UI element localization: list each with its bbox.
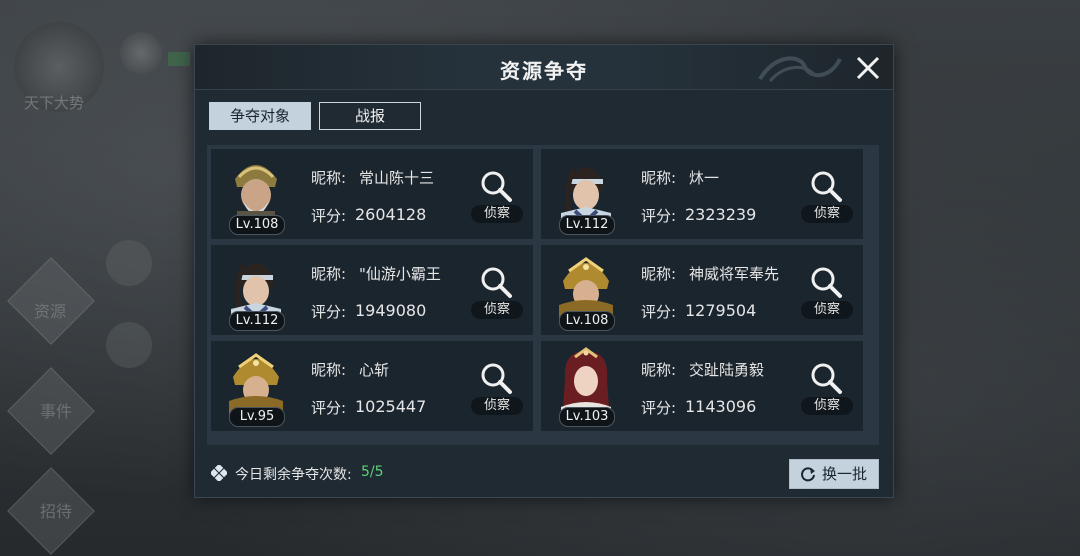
scout-button[interactable]: 侦察 — [799, 169, 855, 225]
opponent-card: Lv.103 昵称: 交趾陆勇毅评分: 1143096 侦察 — [541, 341, 863, 431]
nickname-label: 昵称: — [641, 265, 677, 283]
score-label: 评分: — [641, 207, 677, 225]
opponent-portrait — [225, 247, 287, 321]
score-label: 评分: — [311, 399, 347, 417]
nickname-label: 昵称: — [641, 169, 677, 187]
remaining-attempts-label: 今日剩余争夺次数: — [235, 467, 352, 483]
scout-label: 侦察 — [471, 301, 523, 319]
background-side-label-resources: 资源 — [34, 302, 67, 321]
scout-button[interactable]: 侦察 — [469, 361, 525, 417]
scout-label: 侦察 — [471, 205, 523, 223]
opponent-nickname: 交趾陆勇毅 — [689, 361, 765, 379]
score-label: 评分: — [311, 207, 347, 225]
opponent-portrait — [555, 151, 617, 225]
close-icon — [856, 56, 880, 80]
score-label: 评分: — [641, 399, 677, 417]
score-label: 评分: — [641, 303, 677, 321]
dialog-header: 资源争夺 — [195, 45, 893, 90]
magnifier-icon — [811, 267, 842, 298]
close-button[interactable] — [851, 51, 885, 85]
background-side-label-events: 事件 — [40, 402, 73, 421]
background-side-label-reception: 招待 — [40, 502, 73, 521]
opponent-portrait — [225, 343, 287, 417]
opponent-nickname: 常山陈十三 — [359, 169, 435, 187]
opponent-level-badge: Lv.95 — [229, 407, 285, 427]
opponent-score: 1143096 — [685, 397, 757, 416]
opponent-portrait — [555, 247, 617, 321]
opponent-score: 1949080 — [355, 301, 427, 320]
opponent-grid: Lv.108 昵称: 常山陈十三评分: 2604128 侦察 Lv.112 昵称: 炑一评分:… — [207, 145, 879, 445]
opponent-portrait — [555, 343, 617, 417]
nickname-label: 昵称: — [641, 361, 677, 379]
opponent-level-badge: Lv.103 — [559, 407, 615, 427]
opponent-card: Lv.112 昵称: "仙游小霸王评分: 1949080 侦察 — [211, 245, 533, 335]
tab-battle-reports[interactable]: 战报 — [319, 102, 421, 130]
scout-button[interactable]: 侦察 — [799, 361, 855, 417]
opponent-card: Lv.112 昵称: 炑一评分: 2323239 侦察 — [541, 149, 863, 239]
magnifier-icon — [481, 171, 512, 202]
opponent-level-badge: Lv.112 — [229, 311, 285, 331]
nickname-label: 昵称: — [311, 265, 347, 283]
scout-button[interactable]: 侦察 — [469, 169, 525, 225]
scout-button[interactable]: 侦察 — [799, 265, 855, 321]
scout-button[interactable]: 侦察 — [469, 265, 525, 321]
magnifier-icon — [811, 363, 842, 394]
opponent-score: 1025447 — [355, 397, 427, 416]
magnifier-icon — [811, 171, 842, 202]
resource-contest-dialog: 资源争夺 争夺对象 战报 Lv.108 昵称: 常山陈十三 评分: 2604128 侦察 L… — [194, 44, 894, 498]
nickname-label: 昵称: — [311, 361, 347, 379]
refresh-icon — [801, 467, 815, 482]
background-avatar — [120, 32, 162, 74]
opponent-nickname: 神威将军奉先 — [689, 265, 780, 283]
opponent-card: Lv.108 昵称: 常山陈十三评分: 2604128 侦察 — [211, 149, 533, 239]
nickname-label: 昵称: — [311, 169, 347, 187]
background-status-bar — [168, 52, 190, 66]
background-circle-icon — [106, 322, 152, 368]
score-label: 评分: — [311, 303, 347, 321]
tab-contest-targets[interactable]: 争夺对象 — [209, 102, 311, 130]
opponent-card: Lv.95 昵称: 心斩评分: 1025447 侦察 — [211, 341, 533, 431]
diamond-cluster-icon — [211, 465, 227, 481]
opponent-score: 2323239 — [685, 205, 757, 224]
magnifier-icon — [481, 363, 512, 394]
opponent-level-badge: Lv.108 — [229, 215, 285, 235]
world-situation-label: 天下大势 — [24, 94, 85, 112]
scout-label: 侦察 — [801, 397, 853, 415]
background-circle-icon — [106, 240, 152, 286]
opponent-nickname: "仙游小霸王 — [359, 265, 441, 283]
opponent-nickname: 心斩 — [359, 361, 390, 379]
opponent-level-badge: Lv.108 — [559, 311, 615, 331]
refresh-opponents-button[interactable]: 换一批 — [789, 459, 879, 489]
opponent-nickname: 炑一 — [689, 169, 720, 187]
remaining-attempts-count: 5/5 — [361, 464, 384, 480]
opponent-card: Lv.108 昵称: 神威将军奉先评分: 1279504 侦察 — [541, 245, 863, 335]
magnifier-icon — [481, 267, 512, 298]
opponent-level-badge: Lv.112 — [559, 215, 615, 235]
scout-label: 侦察 — [801, 205, 853, 223]
opponent-score: 1279504 — [685, 301, 757, 320]
opponent-score: 2604128 — [355, 205, 427, 224]
scout-label: 侦察 — [471, 397, 523, 415]
scout-label: 侦察 — [801, 301, 853, 319]
dialog-title: 资源争夺 — [500, 59, 588, 83]
refresh-label: 换一批 — [822, 465, 868, 483]
opponent-portrait — [225, 151, 287, 225]
tab-bar: 争夺对象 战报 — [209, 102, 421, 130]
